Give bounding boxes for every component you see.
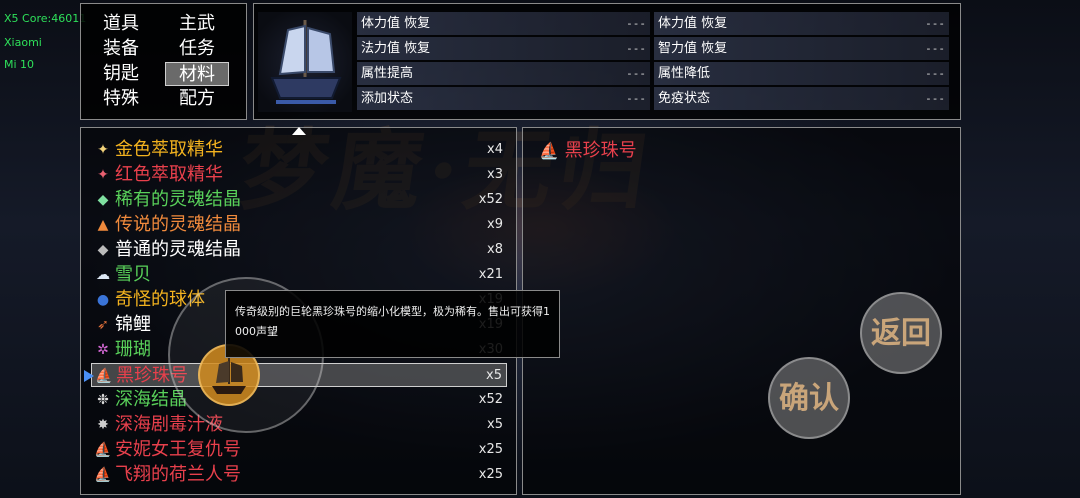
material-list-item[interactable]: ◆ 普通的灵魂结晶 x8 xyxy=(91,238,507,262)
material-quantity: x4 xyxy=(487,142,503,157)
material-list-item[interactable]: ✦ 金色萃取精华 x4 xyxy=(91,138,507,162)
stat-value: --- xyxy=(925,17,945,30)
material-name: 稀有的灵魂结晶 xyxy=(115,189,241,210)
material-quantity: x52 xyxy=(478,192,503,207)
ship-icon: ⛵ xyxy=(539,141,559,160)
stat-value: --- xyxy=(925,67,945,80)
stat-label: 免疫状态 xyxy=(658,91,711,106)
material-name: 安妮女王复仇号 xyxy=(115,439,241,460)
coral-icon: ✲ xyxy=(97,342,109,358)
ship-icon: ⛵ xyxy=(94,467,112,483)
category-tab[interactable]: 道具 xyxy=(89,12,153,36)
ship-icon: ⛵ xyxy=(95,368,113,384)
item-stats-panel: 体力值 恢复 --- 体力值 恢复 --- 法力值 恢复 --- 智力值 恢复 --- 属性提高… xyxy=(253,3,961,120)
strange-orb-icon: ● xyxy=(96,292,110,308)
stat-value: --- xyxy=(626,92,646,105)
stat-row: 智力值 恢复 --- xyxy=(654,37,949,60)
scroll-up-arrow-icon[interactable] xyxy=(292,127,306,135)
category-tab[interactable]: 装备 xyxy=(89,37,153,61)
material-list-item[interactable]: ✸ 深海剧毒汁液 x5 xyxy=(91,413,507,437)
stat-row: 免疫状态 --- xyxy=(654,87,949,110)
confirm-button[interactable]: 确认 xyxy=(768,357,850,439)
stat-value: --- xyxy=(626,17,646,30)
detail-item-header: ⛵ 黑珍珠号 xyxy=(539,140,637,162)
material-name: 珊瑚 xyxy=(115,339,151,360)
category-tab[interactable]: 任务 xyxy=(165,37,229,61)
material-list-item[interactable]: ⛵ 安妮女王复仇号 x25 xyxy=(91,438,507,462)
stat-value: --- xyxy=(925,42,945,55)
orange-crystal-icon: ▲ xyxy=(97,217,109,233)
category-grid: 道具 主武 装备 任务 钥匙 材料 特殊 配方 xyxy=(81,4,246,119)
category-tab[interactable]: 材料 xyxy=(165,62,229,86)
snow-shell-icon: ☁ xyxy=(96,267,110,283)
material-quantity: x5 xyxy=(487,417,503,432)
stat-label: 添加状态 xyxy=(361,91,414,106)
material-list-item[interactable]: ▲ 传说的灵魂结晶 x9 xyxy=(91,213,507,237)
material-quantity: x8 xyxy=(487,242,503,257)
stat-label: 体力值 恢复 xyxy=(361,16,431,31)
stat-row: 体力值 恢复 --- xyxy=(357,12,650,35)
red-essence-icon: ✦ xyxy=(97,167,109,183)
back-button[interactable]: 返回 xyxy=(860,292,942,374)
stat-label: 法力值 恢复 xyxy=(361,41,431,56)
material-quantity: x9 xyxy=(487,217,503,232)
deep-sea-crystal-icon: ❉ xyxy=(97,392,109,408)
debug-model-text: Mi 10 xyxy=(4,58,35,71)
stat-row: 添加状态 --- xyxy=(357,87,650,110)
poison-icon: ✸ xyxy=(97,417,109,433)
stat-row: 属性降低 --- xyxy=(654,62,949,85)
stat-value: --- xyxy=(925,92,945,105)
ship-icon xyxy=(270,20,342,104)
debug-brand-text: Xiaomi xyxy=(4,36,42,49)
stat-value: --- xyxy=(626,42,646,55)
stat-label: 体力值 恢复 xyxy=(658,16,728,31)
stat-label: 属性提高 xyxy=(361,66,414,81)
material-quantity: x25 xyxy=(478,442,503,457)
material-list-item[interactable]: ☁ 雪贝 x21 xyxy=(91,263,507,287)
stat-row: 体力值 恢复 --- xyxy=(654,12,949,35)
material-list-item[interactable]: ◆ 稀有的灵魂结晶 x52 xyxy=(91,188,507,212)
tooltip-line-1: 传奇级别的巨轮黑珍珠号的缩小化模型，极为稀有。售出可获得1 xyxy=(235,305,550,318)
debug-core-text: X5 Core:46011 xyxy=(4,12,87,25)
category-tab[interactable]: 主武 xyxy=(165,12,229,36)
selected-item-preview xyxy=(258,12,352,112)
category-tab[interactable]: 钥匙 xyxy=(89,62,153,86)
material-list-item[interactable]: ✦ 红色萃取精华 x3 xyxy=(91,163,507,187)
material-name: 雪贝 xyxy=(115,264,151,285)
category-tab[interactable]: 特殊 xyxy=(89,87,153,111)
detail-item-name: 黑珍珠号 xyxy=(564,140,637,161)
golden-essence-icon: ✦ xyxy=(97,142,109,158)
selection-pointer-icon xyxy=(84,370,94,382)
material-name: 传说的灵魂结晶 xyxy=(115,214,241,235)
material-name: 锦鲤 xyxy=(115,314,151,335)
material-quantity: x3 xyxy=(487,167,503,182)
material-quantity: x5 xyxy=(486,368,502,383)
material-quantity: x52 xyxy=(478,392,503,407)
stat-label: 属性降低 xyxy=(658,66,711,81)
stat-value: --- xyxy=(626,67,646,80)
stat-row: 法力值 恢复 --- xyxy=(357,37,650,60)
material-name: 金色萃取精华 xyxy=(115,139,223,160)
item-description-tooltip: 传奇级别的巨轮黑珍珠号的缩小化模型，极为稀有。售出可获得1 000声望 xyxy=(225,290,560,358)
material-name: 飞翔的荷兰人号 xyxy=(115,464,241,485)
material-quantity: x21 xyxy=(478,267,503,282)
gray-crystal-icon: ◆ xyxy=(97,242,109,258)
ship-icon: ⛵ xyxy=(94,442,112,458)
material-list-item[interactable]: ⛵ 飞翔的荷兰人号 x25 xyxy=(91,463,507,487)
material-quantity: x25 xyxy=(478,467,503,482)
tooltip-line-2: 000声望 xyxy=(235,325,278,338)
stat-label: 智力值 恢复 xyxy=(658,41,728,56)
category-menu: 道具 主武 装备 任务 钥匙 材料 特殊 配方 xyxy=(80,3,247,120)
material-name: 普通的灵魂结晶 xyxy=(115,239,241,260)
category-tab[interactable]: 配方 xyxy=(165,87,229,111)
material-name: 红色萃取精华 xyxy=(115,164,223,185)
stat-row: 属性提高 --- xyxy=(357,62,650,85)
koi-icon: ➶ xyxy=(97,317,109,333)
green-crystal-icon: ◆ xyxy=(97,192,109,208)
